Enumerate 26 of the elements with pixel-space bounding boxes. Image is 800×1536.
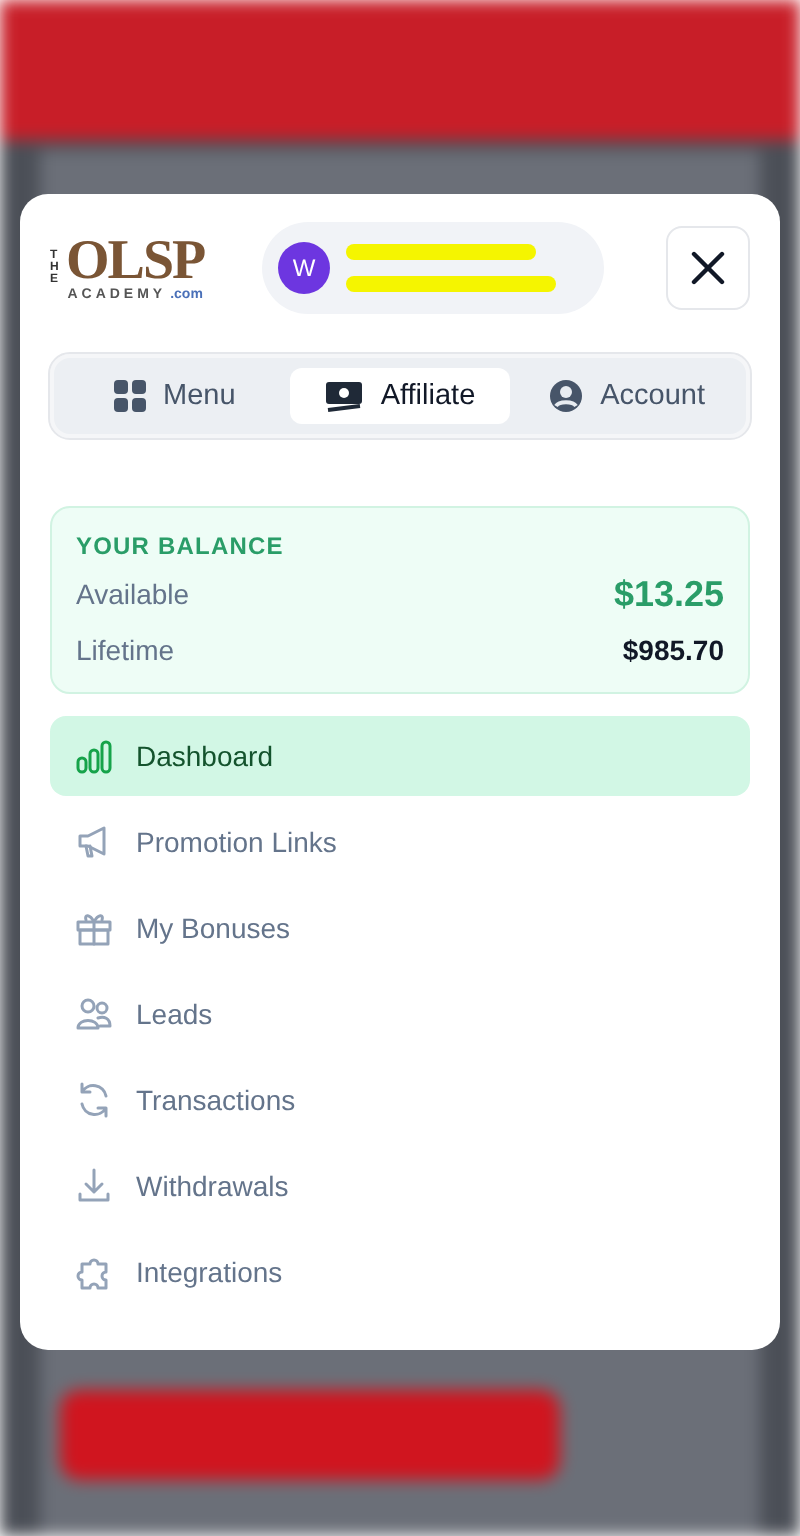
- balance-amount: $13.25: [613, 573, 724, 615]
- user-chip[interactable]: W: [262, 222, 604, 314]
- chart-icon: [74, 736, 114, 776]
- grid-icon: [111, 378, 148, 414]
- users-icon: [74, 994, 114, 1034]
- tab[interactable]: Account: [517, 368, 736, 424]
- balance-title: YOUR BALANCE: [76, 532, 286, 560]
- balance-label: Available: [76, 578, 190, 610]
- tab[interactable]: Affiliate: [290, 368, 510, 424]
- avatar: W: [278, 242, 330, 294]
- close-button[interactable]: [666, 226, 750, 310]
- close-icon: [690, 250, 726, 286]
- gift-icon: [74, 908, 114, 948]
- nav-item[interactable]: Transactions: [50, 1060, 750, 1140]
- user-icon: [548, 378, 585, 414]
- download-icon: [74, 1166, 114, 1206]
- balance-amount: $985.70: [622, 634, 724, 666]
- nav-item[interactable]: My Bonuses: [50, 888, 750, 968]
- nav-item[interactable]: Withdrawals: [50, 1146, 750, 1226]
- banknote-icon: [324, 378, 365, 414]
- nav-item[interactable]: Integrations: [50, 1232, 750, 1312]
- nav-item[interactable]: Promotion Links: [50, 802, 750, 882]
- tab[interactable]: Menu: [64, 368, 283, 424]
- nav-item[interactable]: Leads: [50, 974, 750, 1054]
- nav-item[interactable]: Dashboard: [50, 716, 750, 796]
- balance-label: Lifetime: [76, 634, 175, 666]
